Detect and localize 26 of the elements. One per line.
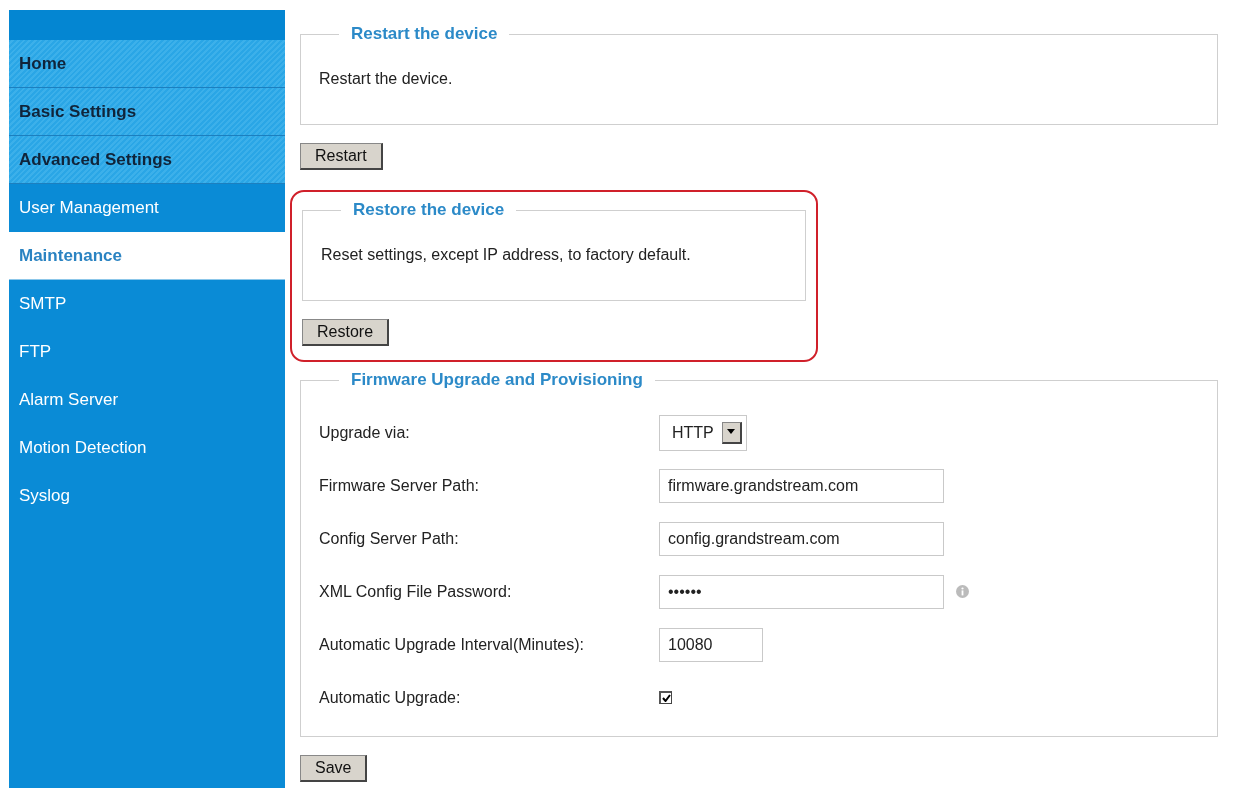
restore-button[interactable]: Restore <box>302 319 390 346</box>
save-button[interactable]: Save <box>300 755 368 782</box>
section-description: Reset settings, except IP address, to factory default. <box>321 246 692 264</box>
input-field[interactable]: 10080 <box>659 627 763 662</box>
field-label: Automatic Upgrade: <box>319 688 462 707</box>
upgrade-select[interactable]: HTTP <box>659 414 747 451</box>
field-label: Config Server Path: <box>319 529 460 548</box>
section-title: Firmware Upgrade and Provisioning <box>350 370 644 390</box>
restart-button[interactable]: Restart <box>300 143 383 170</box>
section-title: Restart the device <box>350 24 499 44</box>
sidebar-item[interactable]: Advanced Settings <box>9 136 285 184</box>
info-icon <box>956 585 969 598</box>
sidebar-item[interactable]: Maintenance <box>9 232 285 280</box>
sidebar-item[interactable]: Basic Settings <box>9 88 285 136</box>
section-title: Restore the device <box>352 200 506 220</box>
field-label: XML Config File Password: <box>319 582 513 601</box>
checkbox[interactable] <box>659 691 672 704</box>
caret-icon <box>726 429 737 435</box>
field-label: Upgrade via: <box>319 423 411 442</box>
field-label: Firmware Server Path: <box>319 476 481 495</box>
input-field[interactable]: config.grandstream.com <box>659 521 944 556</box>
password-field[interactable]: •••••• <box>659 574 944 609</box>
section-description: Restart the device. <box>319 70 454 88</box>
sidebar-item[interactable]: Home <box>9 40 285 88</box>
field-label: Automatic Upgrade Interval(Minutes): <box>319 635 585 654</box>
input-field[interactable]: firmware.grandstream.com <box>659 468 944 503</box>
